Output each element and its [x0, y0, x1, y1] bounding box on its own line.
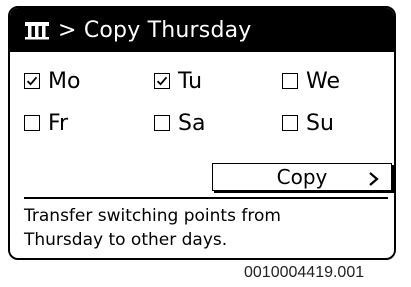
- day-checkbox-tu[interactable]: Tu: [154, 68, 202, 94]
- copy-button[interactable]: Copy: [212, 163, 392, 191]
- day-checkbox-we[interactable]: We: [282, 68, 340, 94]
- checkbox-icon[interactable]: [154, 115, 170, 131]
- divider: [24, 197, 388, 199]
- day-label: Tu: [178, 68, 203, 94]
- figure-code: 0010004419.001: [244, 264, 365, 281]
- checkbox-icon[interactable]: [282, 73, 298, 89]
- day-checkbox-su[interactable]: Su: [282, 110, 334, 136]
- day-checkbox-sa[interactable]: Sa: [154, 110, 205, 136]
- day-label: Sa: [178, 110, 206, 136]
- info-line: Transfer switching points from: [24, 206, 281, 226]
- page-title: > Copy Thursday: [58, 17, 252, 43]
- program-table-icon: [24, 18, 50, 42]
- day-label: We: [306, 68, 340, 94]
- day-checkbox-mo[interactable]: Mo: [24, 68, 80, 94]
- display-screen: > Copy Thursday Mo Tu We Fr Sa Su Copy T…: [8, 6, 396, 260]
- checkbox-icon[interactable]: [282, 115, 298, 131]
- checkbox-icon[interactable]: [154, 73, 170, 89]
- info-text: Transfer switching points from Thursday …: [24, 204, 384, 252]
- day-label: Su: [306, 110, 334, 136]
- day-label: Fr: [48, 110, 69, 136]
- day-label: Mo: [48, 68, 81, 94]
- day-checkbox-fr[interactable]: Fr: [24, 110, 68, 136]
- copy-button-label: Copy: [276, 165, 328, 189]
- chevron-right-icon: [367, 168, 381, 186]
- info-line: Thursday to other days.: [24, 230, 228, 250]
- checkbox-icon[interactable]: [24, 115, 40, 131]
- title-bar: > Copy Thursday: [10, 8, 394, 52]
- checkbox-icon[interactable]: [24, 73, 40, 89]
